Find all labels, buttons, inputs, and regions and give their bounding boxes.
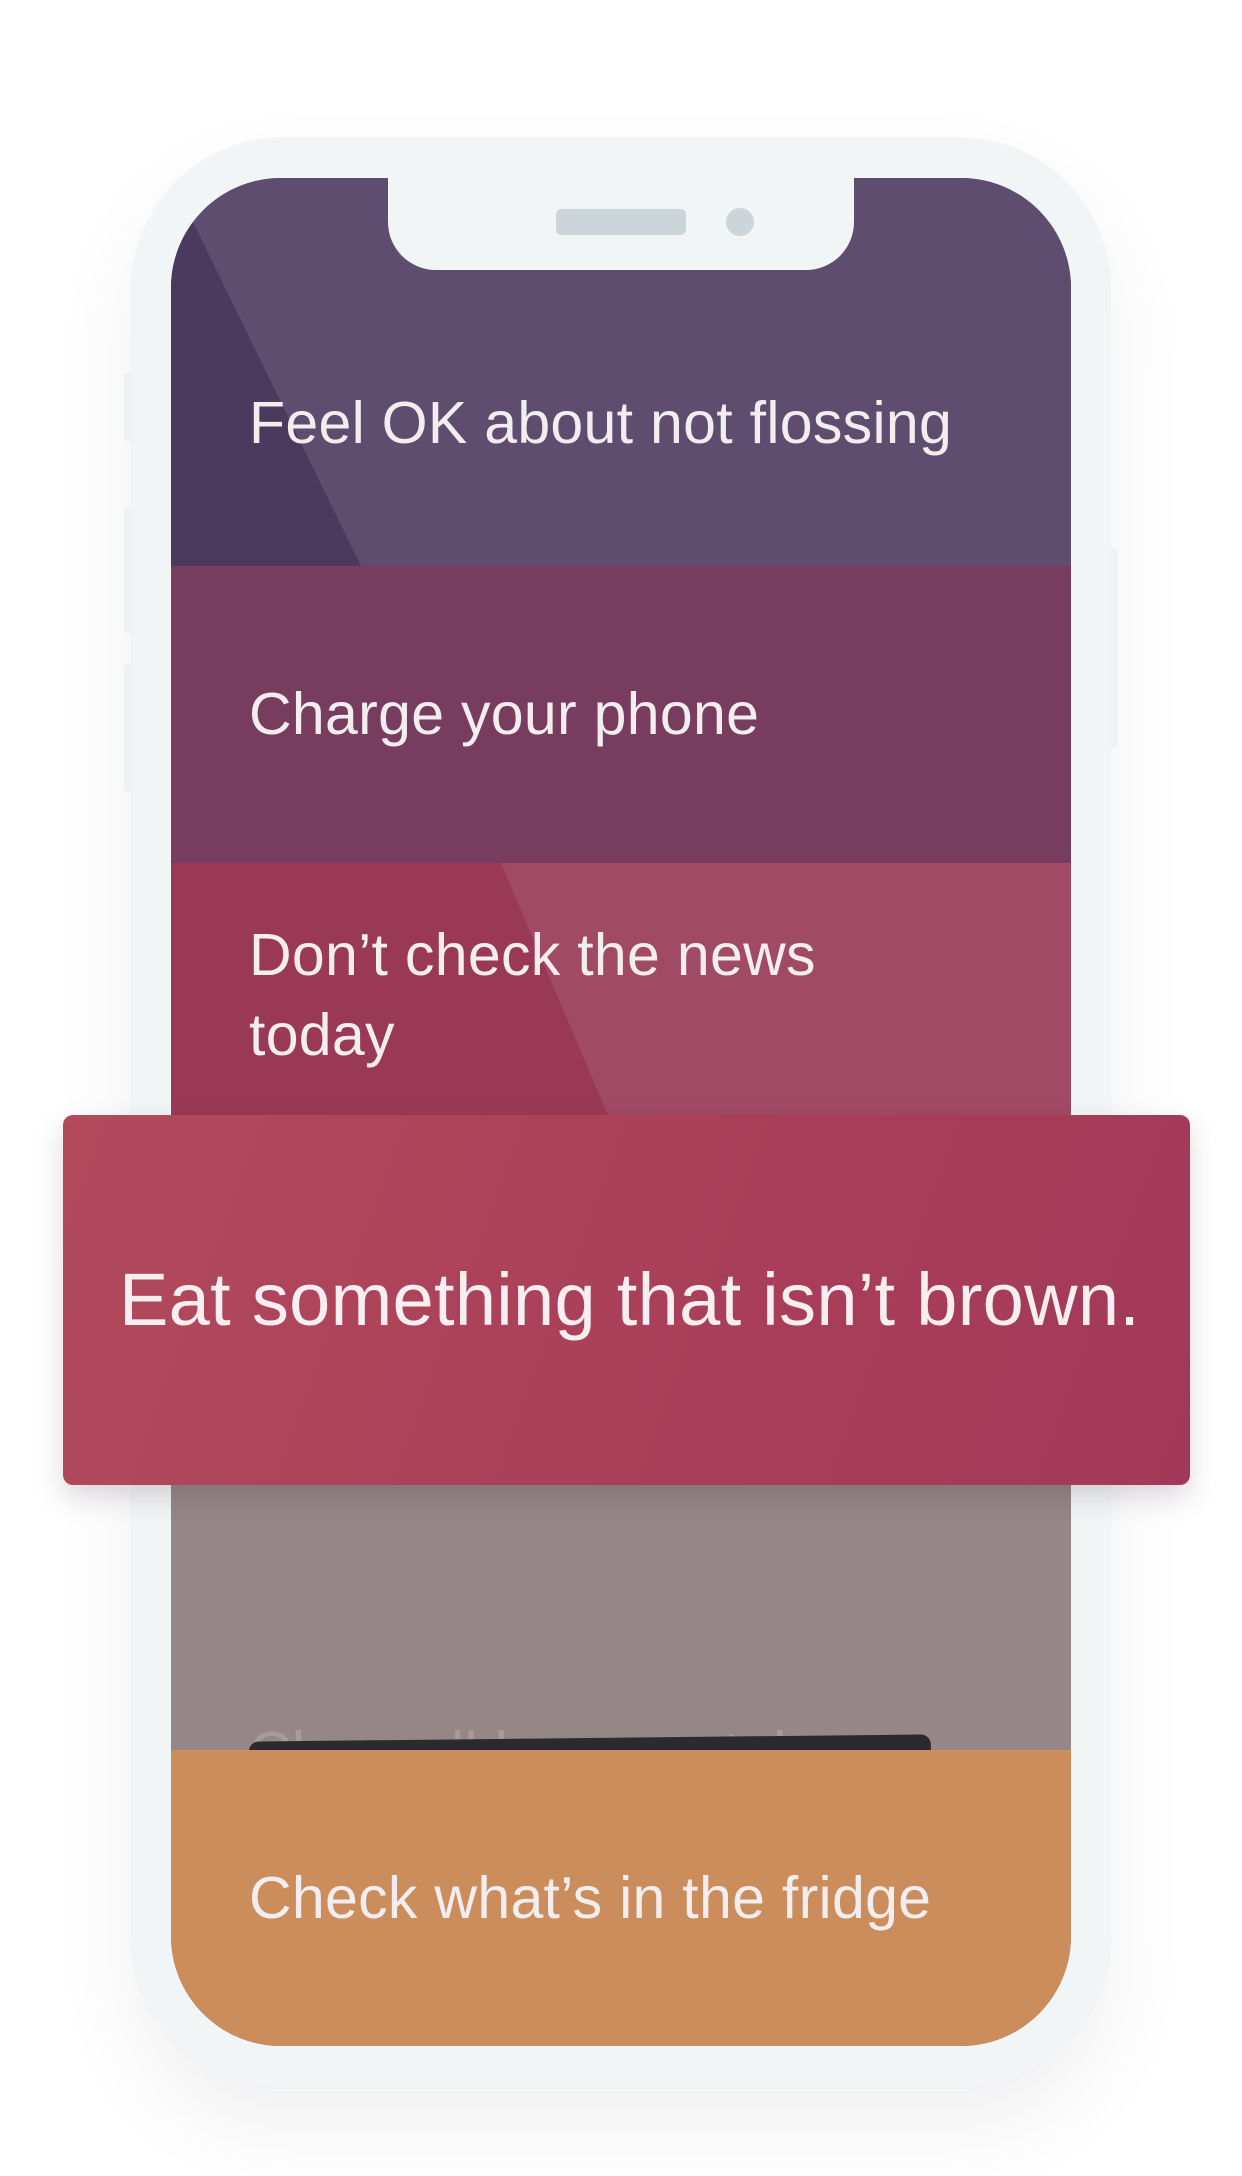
task-row[interactable]: Charge your phone [171, 566, 1071, 863]
featured-task-card[interactable]: Eat something that isn’t brown. [63, 1115, 1190, 1485]
task-label: Don’t check the news today [249, 922, 816, 1068]
task-label: Check what’s in the fridge [249, 1865, 932, 1931]
side-button-power [1108, 548, 1118, 748]
speaker-grille [556, 209, 686, 235]
task-label: Charge your phone [249, 681, 760, 747]
task-label: Feel OK about not flossing [249, 390, 953, 456]
side-button-volume-down [124, 664, 134, 792]
side-button-mute [124, 372, 134, 442]
front-camera [726, 208, 754, 236]
app-screen: Feel OK about not flossing Charge your p… [171, 178, 1071, 2046]
side-button-volume-up [124, 506, 134, 634]
featured-task-label: Eat something that isn’t brown. [119, 1258, 1141, 1341]
task-row[interactable]: Check what’s in the fridge [171, 1750, 1071, 2046]
